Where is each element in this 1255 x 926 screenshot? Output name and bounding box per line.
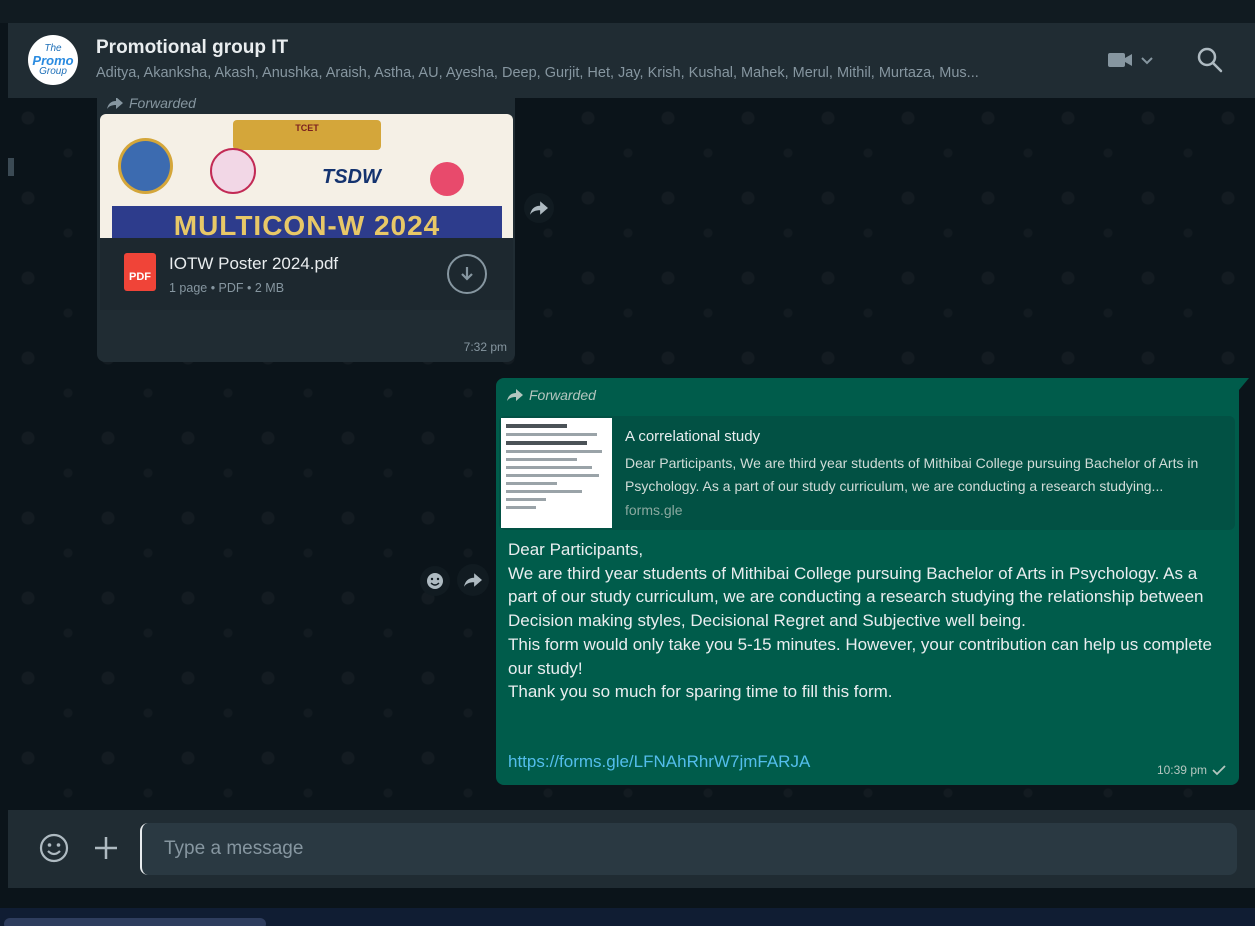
react-emoji-button[interactable] — [420, 566, 450, 596]
single-check-icon — [1212, 765, 1226, 776]
group-title[interactable]: Promotional group IT — [96, 37, 288, 59]
download-arrow-icon — [461, 267, 473, 281]
message-composer — [8, 810, 1255, 888]
os-taskbar — [0, 908, 1255, 926]
form-link[interactable]: https://forms.gle/LFNAhRhrW7jmFARJA — [508, 752, 810, 772]
link-preview-description: Dear Participants, We are third year stu… — [625, 455, 1199, 494]
poster-ribbon: TCET — [233, 120, 381, 150]
tsdw-logo: TSDW — [322, 166, 381, 188]
forward-arrow-icon — [530, 201, 548, 215]
emoji-icon — [39, 833, 69, 863]
group-members[interactable]: Aditya, Akanksha, Akash, Anushka, Araish… — [96, 65, 1061, 81]
message-time: 10:39 pm — [1156, 763, 1207, 777]
link-preview-card[interactable]: A correlational study Dear Participants,… — [499, 416, 1235, 530]
outgoing-link-message[interactable]: Forwarded A correlational study Dear Par… — [496, 378, 1239, 785]
avatar-text-the: The — [44, 42, 62, 54]
pdf-file-icon: PDF — [124, 253, 156, 291]
message-line-greeting: Dear Participants, — [508, 540, 644, 559]
search-button[interactable] — [1196, 46, 1224, 74]
forwarded-text: Forwarded — [129, 98, 196, 111]
avatar-text-group: Group — [39, 65, 67, 77]
message-input[interactable] — [140, 823, 1237, 875]
message-time: 7:32 pm — [463, 340, 507, 354]
forward-arrow-icon — [464, 573, 482, 587]
forward-arrow-icon — [107, 98, 123, 109]
forward-message-button[interactable] — [457, 564, 489, 596]
institution-logo — [430, 162, 464, 196]
message-line-thanks: Thank you so much for sparing time to fi… — [508, 682, 893, 702]
college-logo — [118, 138, 173, 194]
chat-area[interactable]: Forwarded TCET TSDW MULTICON-W 2024 PDF … — [8, 98, 1255, 810]
document-name: IOTW Poster 2024.pdf — [169, 254, 339, 273]
link-preview-domain: forms.gle — [625, 502, 683, 518]
message-line-duration: This form would only take you 5-15 minut… — [508, 634, 1212, 678]
bubble-tail — [1239, 378, 1249, 390]
document-meta: 1 page • PDF • 2 MB — [169, 281, 285, 295]
attach-button[interactable] — [92, 834, 120, 862]
poster-preview-image[interactable]: TCET TSDW MULTICON-W 2024 — [100, 114, 513, 238]
smiley-icon — [427, 573, 443, 589]
scroll-indicator — [8, 158, 14, 176]
emoji-button[interactable] — [38, 832, 70, 864]
group-avatar[interactable]: The Promo Group — [28, 35, 78, 85]
incoming-document-message[interactable]: Forwarded TCET TSDW MULTICON-W 2024 PDF … — [97, 98, 515, 362]
message-line-intro: We are third year students of Mithibai C… — [508, 563, 1204, 631]
avatar-text-promo: Promo — [32, 52, 74, 68]
download-button[interactable] — [447, 254, 487, 294]
forwarded-label: Forwarded — [107, 98, 196, 111]
forwarded-label: Forwarded — [507, 387, 596, 403]
taskbar-search[interactable] — [4, 918, 266, 926]
search-icon — [1197, 47, 1223, 73]
plus-icon — [95, 837, 117, 859]
message-body: Dear Participants, We are third year stu… — [508, 538, 1230, 704]
video-call-button[interactable] — [1106, 47, 1161, 73]
video-camera-icon — [1108, 53, 1153, 67]
forwarded-text: Forwarded — [529, 387, 596, 403]
club-logo — [210, 148, 256, 194]
link-preview-thumbnail — [501, 418, 612, 528]
forward-message-button[interactable] — [524, 193, 554, 223]
link-preview-title: A correlational study — [625, 428, 761, 445]
window-top-bar — [0, 0, 1255, 23]
chat-header[interactable]: The Promo Group Promotional group IT Adi… — [8, 23, 1255, 98]
document-attachment[interactable]: PDF IOTW Poster 2024.pdf 1 page • PDF • … — [100, 238, 513, 310]
message-time-status: 10:39 pm — [1157, 763, 1227, 777]
poster-banner: MULTICON-W 2024 — [112, 206, 502, 238]
forward-arrow-icon — [507, 389, 523, 401]
pdf-icon-label: PDF — [129, 271, 151, 283]
